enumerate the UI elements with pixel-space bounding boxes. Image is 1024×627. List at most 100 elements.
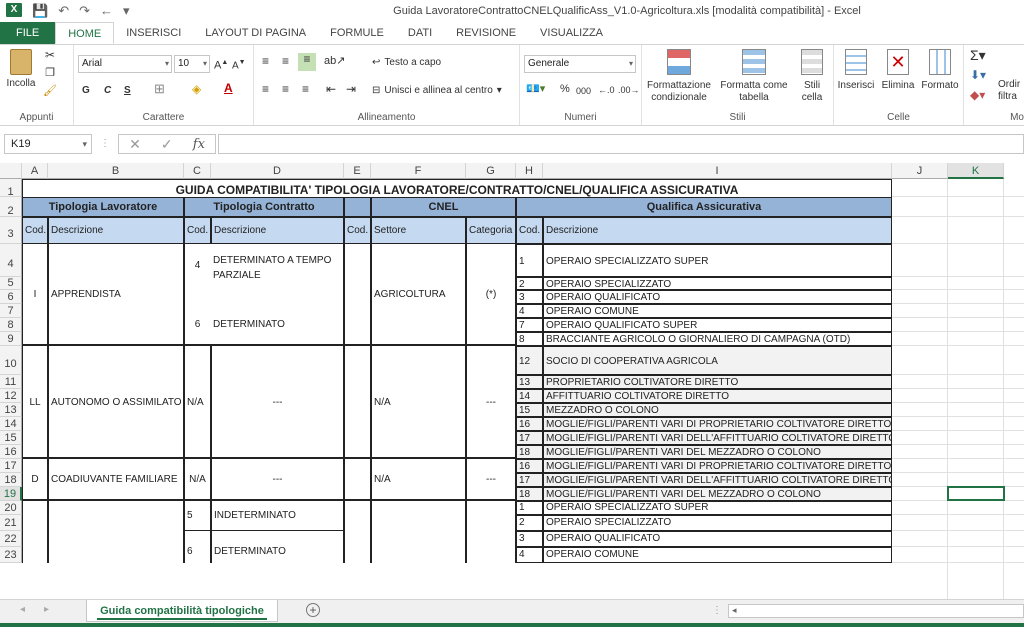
tab-file[interactable]: FILE bbox=[0, 22, 56, 44]
column-header-a[interactable]: A bbox=[22, 163, 48, 179]
copy-icon[interactable]: ❐ bbox=[42, 67, 58, 79]
row-header-7[interactable]: 7 bbox=[0, 304, 22, 318]
orientation-icon[interactable]: ab↗ bbox=[324, 55, 345, 67]
insert-function-button[interactable]: fx bbox=[193, 137, 205, 152]
font-color-icon[interactable]: A bbox=[224, 82, 233, 94]
row-header-23[interactable]: 23 bbox=[0, 547, 22, 563]
row-header-18[interactable]: 18 bbox=[0, 473, 22, 487]
scroll-left-icon[interactable]: ◂ bbox=[732, 605, 737, 616]
column-header-b[interactable]: B bbox=[48, 163, 184, 179]
format-painter-icon[interactable]: 🖌 bbox=[42, 85, 58, 97]
fill-icon[interactable]: ⬇▾ bbox=[970, 69, 986, 81]
insert-cells-button[interactable]: Inserisci bbox=[836, 49, 876, 92]
column-header-e[interactable]: E bbox=[344, 163, 371, 179]
bold-button[interactable]: G bbox=[82, 85, 90, 97]
next-sheet-icon[interactable]: ▸ bbox=[44, 604, 49, 615]
align-center-icon[interactable]: ≡ bbox=[282, 83, 289, 95]
underline-button[interactable]: S bbox=[124, 85, 131, 97]
autosum-icon[interactable]: Σ▾ bbox=[970, 48, 986, 62]
row-header-6[interactable]: 6 bbox=[0, 290, 22, 304]
tab-home[interactable]: HOME bbox=[55, 22, 115, 44]
currency-icon[interactable]: 💶▾ bbox=[526, 83, 545, 95]
selected-cell-k19[interactable] bbox=[947, 486, 1005, 501]
row-header-13[interactable]: 13 bbox=[0, 403, 22, 417]
qualifica-desc: MOGLIE/FIGLI/PARENTI VARI DEL MEZZADRO O… bbox=[543, 445, 892, 459]
row-header-2[interactable]: 2 bbox=[0, 197, 22, 217]
name-box[interactable]: K19 ▾ bbox=[4, 134, 92, 154]
select-all-corner[interactable] bbox=[0, 163, 22, 179]
tab-formule[interactable]: FORMULE bbox=[318, 22, 396, 44]
tab-layout[interactable]: LAYOUT DI PAGINA bbox=[193, 22, 318, 44]
tab-revisione[interactable]: REVISIONE bbox=[444, 22, 528, 44]
sort-filter-button[interactable]: Ordir filtra bbox=[998, 79, 1020, 103]
tab-dati[interactable]: DATI bbox=[396, 22, 444, 44]
qualifica-code: 16 bbox=[516, 417, 543, 431]
subheader-h: Cod. bbox=[516, 217, 543, 244]
cancel-icon[interactable]: ✕ bbox=[129, 136, 141, 153]
row-header-8[interactable]: 8 bbox=[0, 318, 22, 332]
format-as-table-button[interactable]: Formatta come tabella bbox=[718, 49, 790, 104]
row-header-14[interactable]: 14 bbox=[0, 417, 22, 431]
spreadsheet-grid[interactable]: A B C D E F G H I J K 1 2 3 4 5 6 7 8 9 10 11 12 13 14 15 16 17 18 19… bbox=[0, 163, 1024, 599]
column-header-k[interactable]: K bbox=[948, 163, 1004, 179]
row-header-17[interactable]: 17 bbox=[0, 459, 22, 473]
column-header-d[interactable]: D bbox=[211, 163, 344, 179]
conditional-format-button[interactable]: Formattazione condizionale bbox=[644, 49, 714, 104]
cell-styles-button[interactable]: Stili cella bbox=[794, 49, 830, 104]
formula-input[interactable] bbox=[218, 134, 1024, 154]
row-header-19[interactable]: 19 bbox=[0, 487, 22, 501]
row-header-3[interactable]: 3 bbox=[0, 217, 22, 244]
horizontal-scrollbar[interactable]: ◂ bbox=[728, 604, 1024, 618]
tab-inserisci[interactable]: INSERISCI bbox=[114, 22, 193, 44]
column-header-f[interactable]: F bbox=[371, 163, 466, 179]
number-format-select[interactable]: Generale bbox=[524, 55, 636, 73]
delete-cells-button[interactable]: ✕ Elimina bbox=[878, 49, 918, 92]
font-size-select[interactable]: 10 bbox=[174, 55, 210, 73]
row-header-21[interactable]: 21 bbox=[0, 515, 22, 531]
align-left-icon[interactable]: ≡ bbox=[262, 83, 269, 95]
grow-font-icon[interactable]: A▲ bbox=[214, 57, 228, 72]
prev-sheet-icon[interactable]: ◂ bbox=[20, 604, 25, 615]
row-header-16[interactable]: 16 bbox=[0, 445, 22, 459]
font-name-select[interactable]: Arial bbox=[78, 55, 172, 73]
column-header-c[interactable]: C bbox=[184, 163, 211, 179]
percent-button[interactable]: % bbox=[560, 83, 570, 95]
row-header-5[interactable]: 5 bbox=[0, 277, 22, 290]
align-middle-icon[interactable]: ≡ bbox=[282, 55, 289, 67]
decrease-indent-icon[interactable]: ⇤ bbox=[326, 83, 336, 95]
increase-indent-icon[interactable]: ⇥ bbox=[346, 83, 356, 95]
increase-decimal-icon[interactable]: ←.0 bbox=[598, 84, 615, 96]
paste-button[interactable]: Incolla bbox=[4, 49, 38, 90]
align-top-icon[interactable]: ≡ bbox=[262, 55, 269, 67]
sheet-tab-active[interactable]: Guida compatibilità tipologiche bbox=[86, 600, 278, 622]
column-header-g[interactable]: G bbox=[466, 163, 516, 179]
add-sheet-icon[interactable]: + bbox=[306, 603, 320, 617]
italic-button[interactable]: C bbox=[104, 85, 111, 97]
row-header-11[interactable]: 11 bbox=[0, 375, 22, 389]
row-header-20[interactable]: 20 bbox=[0, 501, 22, 515]
column-header-h[interactable]: H bbox=[516, 163, 543, 179]
wrap-text-button[interactable]: ↩ Testo a capo bbox=[372, 57, 441, 69]
align-bottom-icon[interactable]: ≡ bbox=[298, 53, 316, 71]
row-header-4[interactable]: 4 bbox=[0, 244, 22, 277]
decrease-decimal-icon[interactable]: .00→ bbox=[618, 84, 640, 96]
enter-icon[interactable]: ✓ bbox=[161, 136, 173, 153]
column-header-j[interactable]: J bbox=[892, 163, 948, 179]
borders-icon[interactable]: ⊞ bbox=[154, 82, 165, 95]
align-right-icon[interactable]: ≡ bbox=[302, 83, 309, 95]
shrink-font-icon[interactable]: A▼ bbox=[232, 57, 246, 72]
clear-icon[interactable]: ◆▾ bbox=[970, 89, 985, 101]
column-header-i[interactable]: I bbox=[543, 163, 892, 179]
row-header-1[interactable]: 1 bbox=[0, 179, 22, 198]
row-header-10[interactable]: 10 bbox=[0, 346, 22, 375]
row-header-9[interactable]: 9 bbox=[0, 332, 22, 346]
row-header-22[interactable]: 22 bbox=[0, 531, 22, 547]
format-cells-button[interactable]: Formato bbox=[920, 49, 960, 92]
merge-center-button[interactable]: ⊟ Unisci e allinea al centro ▾ bbox=[372, 85, 502, 97]
row-header-12[interactable]: 12 bbox=[0, 389, 22, 403]
fill-color-icon[interactable]: ◈ bbox=[192, 83, 201, 95]
thousands-button[interactable]: 000 bbox=[576, 85, 591, 97]
cut-icon[interactable]: ✂ bbox=[42, 49, 58, 61]
row-header-15[interactable]: 15 bbox=[0, 431, 22, 445]
tab-visualizza[interactable]: VISUALIZZA bbox=[528, 22, 615, 44]
